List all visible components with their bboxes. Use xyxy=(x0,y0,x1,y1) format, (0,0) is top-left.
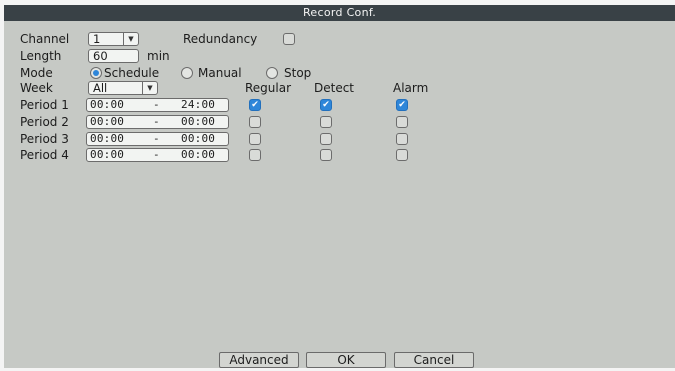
period-3-alarm-checkbox[interactable] xyxy=(396,133,408,145)
period-3-start: 00:00 xyxy=(90,132,125,145)
period-1-separator: - xyxy=(153,98,160,111)
period-2-detect-checkbox[interactable] xyxy=(320,116,332,128)
period-3-separator: - xyxy=(153,132,160,145)
week-label: Week xyxy=(20,81,53,95)
week-select[interactable]: All ▼ xyxy=(88,81,158,95)
channel-label: Channel xyxy=(20,32,70,46)
mode-manual-radio[interactable] xyxy=(181,67,193,79)
period-2-label: Period 2 xyxy=(20,115,69,129)
period-1-time-field[interactable]: 00:00 - 24:00 xyxy=(86,98,229,112)
length-input[interactable]: 60 xyxy=(88,49,139,63)
mode-schedule-label: Schedule xyxy=(104,66,160,80)
period-1-end: 24:00 xyxy=(181,98,216,111)
period-4-start: 00:00 xyxy=(90,148,125,161)
period-1-label: Period 1 xyxy=(20,98,69,112)
length-label: Length xyxy=(20,49,62,63)
redundancy-label: Redundancy xyxy=(183,32,258,46)
period-2-regular-checkbox[interactable] xyxy=(249,116,261,128)
column-alarm: Alarm xyxy=(393,81,429,95)
period-1-start: 00:00 xyxy=(90,98,125,111)
period-1-regular-checkbox[interactable]: ✔ xyxy=(249,99,261,111)
advanced-button[interactable]: Advanced xyxy=(219,352,299,368)
week-value: All xyxy=(93,81,108,95)
period-1-alarm-checkbox[interactable]: ✔ xyxy=(396,99,408,111)
length-value: 60 xyxy=(93,49,108,63)
cancel-button[interactable]: Cancel xyxy=(394,352,474,368)
channel-value: 1 xyxy=(93,32,101,46)
channel-select[interactable]: 1 ▼ xyxy=(88,32,139,46)
period-4-separator: - xyxy=(153,148,160,161)
chevron-down-icon: ▼ xyxy=(142,82,157,94)
period-4-end: 00:00 xyxy=(181,148,216,161)
column-detect: Detect xyxy=(314,81,355,95)
period-4-regular-checkbox[interactable] xyxy=(249,149,261,161)
record-conf-dialog: Record Conf. Channel 1 ▼ Redundancy Leng… xyxy=(4,5,675,368)
period-3-label: Period 3 xyxy=(20,132,69,146)
period-4-detect-checkbox[interactable] xyxy=(320,149,332,161)
mode-manual-label: Manual xyxy=(198,66,242,80)
mode-label: Mode xyxy=(20,66,53,80)
period-4-label: Period 4 xyxy=(20,148,69,162)
period-3-time-field[interactable]: 00:00 - 00:00 xyxy=(86,132,229,146)
mode-schedule-radio[interactable] xyxy=(90,67,102,79)
period-2-end: 00:00 xyxy=(181,115,216,128)
period-2-start: 00:00 xyxy=(90,115,125,128)
period-4-alarm-checkbox[interactable] xyxy=(396,149,408,161)
period-3-detect-checkbox[interactable] xyxy=(320,133,332,145)
period-2-alarm-checkbox[interactable] xyxy=(396,116,408,128)
chevron-down-icon: ▼ xyxy=(123,33,138,45)
ok-button[interactable]: OK xyxy=(306,352,386,368)
column-regular: Regular xyxy=(245,81,292,95)
redundancy-checkbox[interactable] xyxy=(283,33,295,45)
period-3-end: 00:00 xyxy=(181,132,216,145)
period-1-detect-checkbox[interactable]: ✔ xyxy=(320,99,332,111)
mode-stop-label: Stop xyxy=(284,66,312,80)
period-2-separator: - xyxy=(153,115,160,128)
period-3-regular-checkbox[interactable] xyxy=(249,133,261,145)
length-unit: min xyxy=(147,49,170,63)
mode-stop-radio[interactable] xyxy=(266,67,278,79)
dialog-title: Record Conf. xyxy=(4,5,675,21)
period-4-time-field[interactable]: 00:00 - 00:00 xyxy=(86,148,229,162)
period-2-time-field[interactable]: 00:00 - 00:00 xyxy=(86,115,229,129)
